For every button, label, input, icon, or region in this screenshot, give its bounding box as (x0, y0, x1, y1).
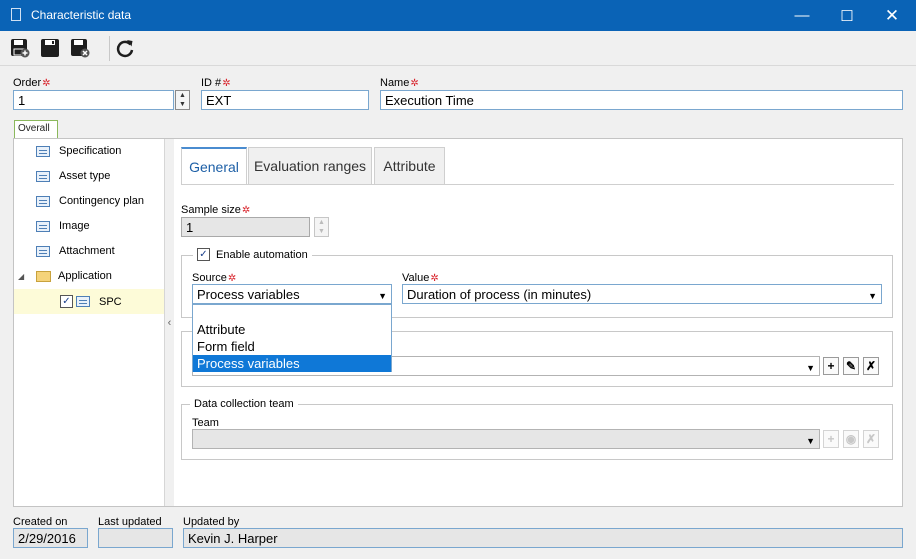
sample-size-label: Sample size✲ (181, 204, 251, 216)
tab-overall[interactable]: Overall (14, 120, 58, 138)
clear-team-icon[interactable]: ✗ (863, 430, 879, 448)
data-collection-team-title: Data collection team (190, 398, 298, 410)
expand-arrow-icon[interactable]: ◢ (18, 272, 36, 281)
tab-evaluation-ranges[interactable]: Evaluation ranges (248, 147, 372, 184)
order-input[interactable]: 1 (13, 90, 174, 110)
value-select[interactable]: Duration of process (in minutes) ▼ (402, 284, 882, 304)
updated-by-value: Kevin J. Harper (183, 528, 903, 548)
form-icon (36, 145, 50, 157)
search-team-icon[interactable]: ◉ (843, 430, 859, 448)
last-updated-label: Last updated (98, 516, 162, 528)
value-label: Value✲ (402, 272, 439, 284)
save-close-icon[interactable] (68, 37, 92, 59)
tab-general[interactable]: General (181, 147, 247, 185)
document-icon (11, 8, 21, 21)
add-team-icon[interactable]: + (823, 430, 839, 448)
id-label: ID #✲ (201, 77, 231, 89)
tab-attribute[interactable]: Attribute (374, 147, 445, 184)
toolbar (0, 31, 916, 66)
save-icon[interactable] (38, 37, 62, 59)
toolbar-separator (109, 36, 110, 61)
tree-item-application[interactable]: ◢ Application (18, 265, 112, 287)
order-label: Order✲ (13, 77, 51, 89)
navigation-tree: Specification Asset type Contingency pla… (14, 139, 164, 506)
sample-size-spinner[interactable]: ▲ ▼ (314, 217, 329, 237)
folder-icon (36, 270, 51, 282)
form-icon (36, 220, 50, 232)
sample-size-input[interactable]: 1 (181, 217, 310, 237)
form-icon (76, 296, 90, 307)
source-label: Source✲ (192, 272, 237, 284)
dropdown-option-attribute[interactable]: Attribute (193, 321, 391, 338)
dropdown-arrow-icon: ▼ (868, 291, 877, 301)
form-icon (36, 245, 50, 257)
tree-item-image[interactable]: Image (36, 215, 90, 237)
maximize-button[interactable]: ☐ (824, 0, 870, 31)
team-select[interactable]: ▼ (192, 429, 820, 449)
created-on-value: 2/29/2016 (13, 528, 88, 548)
form-icon (36, 195, 50, 207)
tab-divider (181, 184, 894, 185)
refresh-icon[interactable] (113, 37, 137, 59)
created-on-label: Created on (13, 516, 68, 528)
clear-icon[interactable]: ✗ (863, 357, 879, 375)
minimize-button[interactable]: — (779, 0, 825, 31)
checkbox-icon[interactable]: ✓ (60, 295, 73, 308)
last-updated-value (98, 528, 173, 548)
panel-splitter[interactable]: ‹ (164, 139, 174, 506)
dropdown-arrow-icon: ▼ (806, 363, 815, 373)
dropdown-option-form-field[interactable]: Form field (193, 338, 391, 355)
name-input[interactable]: Execution Time (380, 90, 903, 110)
dropdown-arrow-icon: ▼ (806, 436, 815, 446)
tree-item-spc[interactable]: ✓ SPC (14, 289, 164, 314)
automation-header: ✓ Enable automation (193, 248, 312, 261)
order-spinner[interactable]: ▲ ▼ (175, 90, 190, 110)
form-icon (36, 170, 50, 182)
window-title: Characteristic data (31, 8, 132, 22)
id-input[interactable]: EXT (201, 90, 369, 110)
team-label: Team (192, 417, 219, 429)
collapse-left-icon[interactable]: ‹ (168, 317, 172, 329)
tree-item-asset-type[interactable]: Asset type (36, 165, 110, 187)
title-bar: Characteristic data — ☐ ✕ (0, 0, 916, 31)
tree-item-specification[interactable]: Specification (36, 140, 121, 162)
save-new-icon[interactable] (8, 37, 32, 59)
close-button[interactable]: ✕ (869, 0, 915, 31)
tree-item-attachment[interactable]: Attachment (36, 240, 115, 262)
edit-icon[interactable]: ✎ (843, 357, 859, 375)
updated-by-label: Updated by (183, 516, 240, 528)
source-dropdown-list: Attribute Form field Process variables (192, 304, 392, 372)
source-select[interactable]: Process variables ▼ (192, 284, 392, 304)
dropdown-option-process-variables[interactable]: Process variables (193, 355, 391, 372)
dropdown-arrow-icon: ▼ (378, 291, 387, 301)
enable-automation-checkbox[interactable]: ✓ (197, 248, 210, 261)
name-label: Name✲ (380, 77, 419, 89)
add-icon[interactable]: + (823, 357, 839, 375)
tree-item-contingency-plan[interactable]: Contingency plan (36, 190, 144, 212)
